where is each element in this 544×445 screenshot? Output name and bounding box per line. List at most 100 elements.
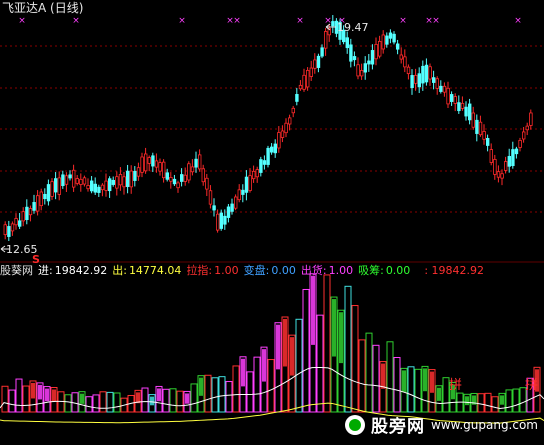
candle-body xyxy=(518,139,522,148)
candle-body xyxy=(435,78,439,89)
candle-body xyxy=(90,180,94,192)
indicator-bar-fill xyxy=(276,324,280,370)
indicator-bar xyxy=(8,389,16,413)
candle-body xyxy=(57,177,61,195)
candle-body xyxy=(126,170,130,187)
candle-body xyxy=(201,168,205,183)
candle-body xyxy=(496,171,501,178)
chuhuo-value: 1.00 xyxy=(328,264,354,277)
candle-body xyxy=(68,174,72,179)
marker-glyph: × xyxy=(432,16,440,26)
indicator-bar-fill xyxy=(150,396,154,406)
indicator-bar xyxy=(323,274,331,413)
candle-body xyxy=(7,226,11,237)
candle-body xyxy=(385,35,389,45)
candle-body xyxy=(39,191,43,207)
indicator-bar xyxy=(512,388,520,413)
indicator-bar-fill xyxy=(423,368,427,392)
candle-body xyxy=(46,184,51,202)
candle-body xyxy=(514,148,519,155)
indicator-bar xyxy=(316,314,324,413)
biangpan-value: 0.00 xyxy=(271,264,296,277)
in-label: 进: xyxy=(38,264,53,277)
candle-body xyxy=(176,182,180,189)
candle-body xyxy=(356,64,360,77)
candle-body xyxy=(223,215,227,225)
candle-body xyxy=(503,161,508,171)
indicator-bar xyxy=(351,305,359,413)
candle-body xyxy=(370,50,375,65)
candle-body xyxy=(478,121,483,136)
indicator-bar-fill xyxy=(38,384,42,400)
indicator-bar xyxy=(484,392,492,413)
indicator-bar xyxy=(246,371,254,413)
price-arrows xyxy=(0,23,336,253)
candle-body xyxy=(439,85,443,92)
candle-body xyxy=(154,160,159,168)
chart-title: 飞亚达A (日线) xyxy=(2,1,84,15)
candle-body xyxy=(165,172,169,180)
indicator-bar xyxy=(162,388,170,413)
candle-body xyxy=(158,162,162,172)
candle-body xyxy=(147,157,151,164)
candle-body xyxy=(352,56,357,61)
lazhi-label: 拉指: xyxy=(186,264,213,277)
in-value: 19842.92 xyxy=(54,264,108,277)
candle-body xyxy=(205,177,209,190)
candle-body xyxy=(284,122,288,134)
candle-body xyxy=(475,119,479,134)
candle-body xyxy=(104,180,108,191)
candle-body xyxy=(485,137,490,146)
indicator-bar-fill xyxy=(80,393,84,404)
candle-body xyxy=(421,65,425,84)
candlestick-series[interactable] xyxy=(3,15,533,242)
candle-body xyxy=(79,178,83,185)
marker-glyph: × xyxy=(72,16,80,26)
candle-body xyxy=(212,205,216,211)
indicator-bar-fill xyxy=(465,396,469,406)
candle-body xyxy=(305,70,310,88)
candle-body xyxy=(255,169,259,178)
candle-body xyxy=(100,184,105,191)
indicator-bar-fill xyxy=(241,358,245,387)
indicator-bar xyxy=(267,359,275,413)
signal-mark-text: 拼 xyxy=(525,378,538,393)
candle-body xyxy=(413,74,418,84)
marker-glyph: × xyxy=(514,16,522,26)
candle-body xyxy=(215,213,220,231)
indicator-bar-fill xyxy=(199,377,203,396)
candle-body xyxy=(442,85,447,93)
indicator-bar-fill xyxy=(31,382,35,399)
candle-body xyxy=(449,94,454,102)
candle-body xyxy=(277,132,281,149)
watermark: 股旁网 www.gupang.com xyxy=(344,412,538,437)
candle-body xyxy=(172,178,177,185)
indicator-bar xyxy=(491,396,499,413)
indicator-bar xyxy=(176,390,184,413)
candle-body xyxy=(395,43,400,50)
biangpan-label: 变盘: xyxy=(243,264,270,277)
indicator-bar-fill xyxy=(500,395,504,405)
candle-body xyxy=(453,96,457,104)
candle-body xyxy=(3,224,7,236)
candle-body xyxy=(111,179,115,185)
signal-mark-text: 拼 xyxy=(449,378,462,393)
indicator-bar xyxy=(302,288,310,413)
candle-body xyxy=(482,131,486,140)
candle-body xyxy=(320,47,324,57)
high-price-label: 19.47 xyxy=(337,21,369,34)
candle-body xyxy=(208,190,213,205)
candle-body xyxy=(251,170,256,180)
indicator-bar-fill xyxy=(437,387,441,401)
candle-body xyxy=(511,149,515,167)
indicator-bar xyxy=(344,285,352,413)
indicator-bar xyxy=(295,318,303,413)
candle-body xyxy=(169,177,173,182)
chart-canvas[interactable]: × × × × × × × × × × × × 拼拼 xyxy=(0,0,544,445)
candle-body xyxy=(233,196,238,209)
candle-body xyxy=(313,59,317,69)
candle-body xyxy=(363,63,367,73)
candle-body xyxy=(244,176,249,193)
candle-body xyxy=(50,181,54,197)
candle-body xyxy=(417,73,421,88)
